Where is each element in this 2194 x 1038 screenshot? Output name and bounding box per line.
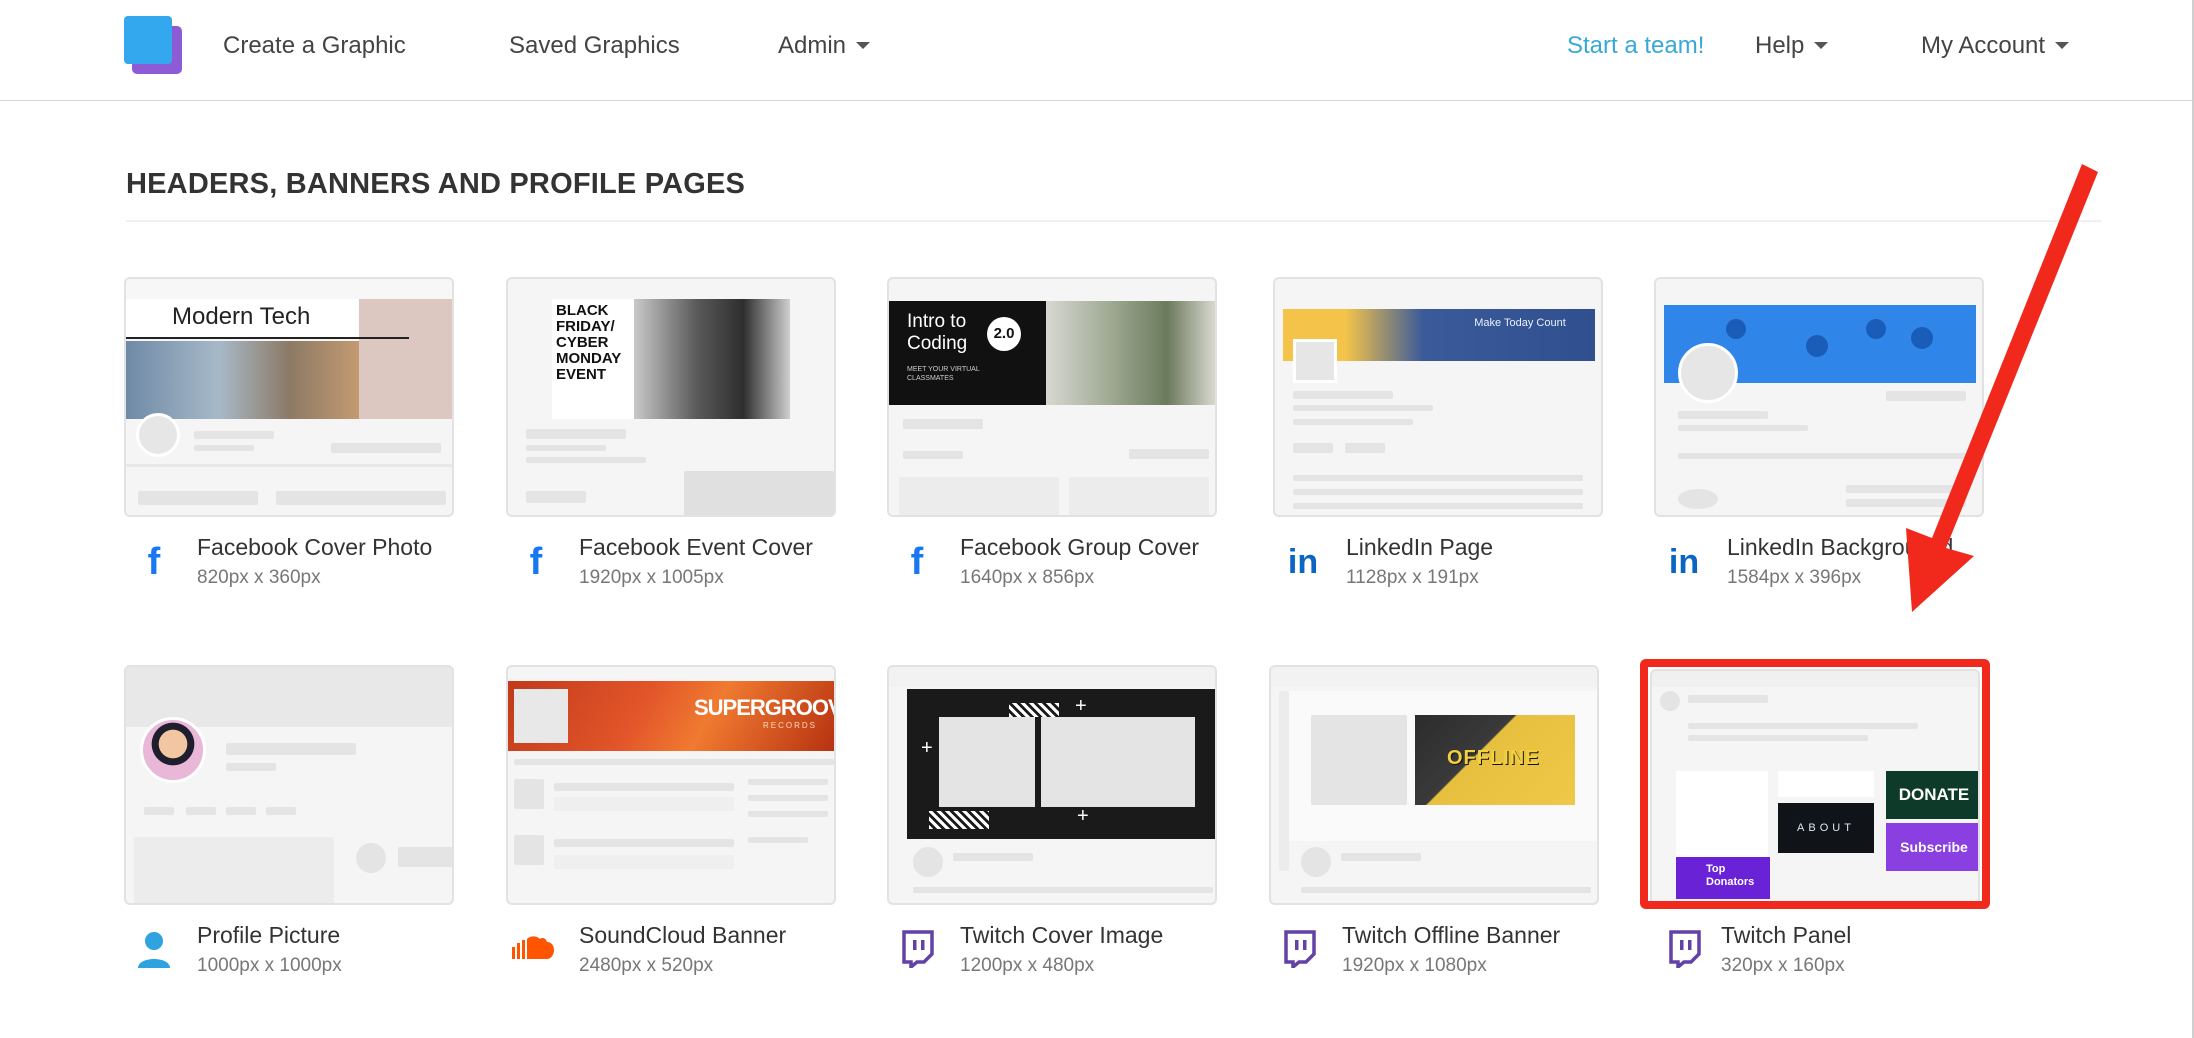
nav-account-label: My Account (1921, 32, 2046, 59)
card-size: 1000px x 1000px (197, 955, 342, 976)
nav-create-graphic[interactable]: Create a Graphic (223, 32, 406, 60)
highlight-box (1640, 659, 1990, 909)
template-card-twitch-cover[interactable]: + + + Twitch Cover Image 1200px x 480px (887, 665, 1217, 976)
card-size: 1920px x 1080px (1342, 955, 1487, 976)
card-size: 2480px x 520px (579, 955, 714, 976)
card-size: 1640px x 856px (960, 567, 1095, 588)
card-title: SoundCloud Banner (579, 922, 787, 948)
template-thumbnail: OFFLINE (1269, 665, 1599, 905)
person-icon (134, 930, 174, 970)
template-card-soundcloud-banner[interactable]: SUPERGROOVE RECORDS SoundCloud Banner 24… (506, 665, 836, 976)
thumb-title: BLACK FRIDAY/ CYBER MONDAY EVENT (556, 302, 622, 383)
card-size: 1200px x 480px (960, 955, 1095, 976)
chevron-down-icon (1814, 42, 1829, 49)
card-size: 1128px x 191px (1346, 567, 1479, 588)
template-thumbnail: SUPERGROOVE RECORDS (506, 665, 836, 905)
soundcloud-icon (510, 933, 554, 973)
card-title: Profile Picture (197, 922, 341, 948)
card-title: LinkedIn Page (1346, 534, 1494, 560)
template-card-twitch-offline[interactable]: OFFLINE Twitch Offline Banner 1920px x 1… (1269, 665, 1599, 976)
chevron-down-icon (856, 42, 871, 49)
template-thumbnail (124, 665, 454, 905)
card-size: 1584px x 396px (1727, 567, 1862, 588)
template-card-profile-picture[interactable]: Profile Picture 1000px x 1000px (124, 665, 454, 976)
template-thumbnail: Make Today Count (1273, 277, 1603, 517)
template-thumbnail: Intro to Coding 2.0 MEET YOUR VIRTUAL CL… (887, 277, 1217, 517)
facebook-icon: f (529, 541, 543, 583)
template-card-linkedin-background[interactable]: in LinkedIn Backgrou…d 1584px x 396px (1654, 277, 1984, 588)
nav-help-label: Help (1755, 32, 1805, 59)
thumb-title: Modern Tech (172, 303, 311, 330)
app-logo-icon[interactable] (124, 16, 182, 74)
linkedin-icon: in (1287, 543, 1319, 581)
thumb-subtitle: MEET YOUR VIRTUAL CLASSMATES (907, 366, 980, 382)
template-thumbnail (1654, 277, 1984, 517)
template-card-facebook-event[interactable]: BLACK FRIDAY/ CYBER MONDAY EVENT f Faceb… (506, 277, 836, 588)
template-thumbnail: Modern Tech (124, 277, 454, 517)
card-title: Facebook Cover Photo (197, 534, 433, 560)
card-size: 820px x 360px (197, 567, 321, 588)
section-title: HEADERS, BANNERS AND PROFILE PAGES (126, 168, 746, 200)
nav-start-team[interactable]: Start a team! (1567, 32, 1704, 60)
card-title: Twitch Offline Banner (1342, 922, 1561, 948)
card-size: 1920px x 1005px (579, 567, 724, 588)
facebook-icon: f (147, 541, 161, 583)
template-card-linkedin-page[interactable]: Make Today Count in LinkedIn Page 1128px… (1273, 277, 1603, 588)
template-thumbnail: + + + (887, 665, 1217, 905)
top-nav: Create a Graphic Saved Graphics Admin St… (0, 0, 2194, 101)
thumb-badge: 2.0 (987, 317, 1021, 351)
thumb-subtitle: RECORDS (763, 721, 818, 730)
card-title: Facebook Group Cover (960, 534, 1200, 560)
nav-admin[interactable]: Admin (778, 32, 871, 60)
card-size: 320px x 160px (1721, 955, 1845, 976)
card-title: Facebook Event Cover (579, 534, 813, 560)
chevron-down-icon (2055, 42, 2070, 49)
twitch-icon (897, 930, 937, 971)
template-thumbnail: BLACK FRIDAY/ CYBER MONDAY EVENT (506, 277, 836, 517)
twitch-icon (1279, 930, 1319, 971)
thumb-title: Make Today Count (1474, 317, 1566, 329)
linkedin-icon: in (1668, 543, 1700, 581)
facebook-icon: f (910, 541, 924, 583)
template-card-facebook-group[interactable]: Intro to Coding 2.0 MEET YOUR VIRTUAL CL… (887, 277, 1217, 588)
card-title: LinkedIn Backgrou…d (1727, 534, 1954, 560)
card-title: Twitch Cover Image (960, 922, 1164, 948)
nav-admin-label: Admin (778, 32, 847, 59)
thumb-title: OFFLINE (1447, 747, 1540, 769)
nav-my-account[interactable]: My Account (1921, 32, 2070, 60)
twitch-icon (1664, 930, 1704, 971)
template-card-facebook-cover[interactable]: Modern Tech f Facebook Cover Photo 820px… (124, 277, 454, 588)
section-divider (126, 220, 2102, 222)
card-title: Twitch Panel (1721, 922, 1852, 948)
nav-saved-graphics[interactable]: Saved Graphics (509, 32, 680, 60)
thumb-title: SUPERGROOVE (694, 695, 834, 720)
nav-help[interactable]: Help (1755, 32, 1829, 60)
